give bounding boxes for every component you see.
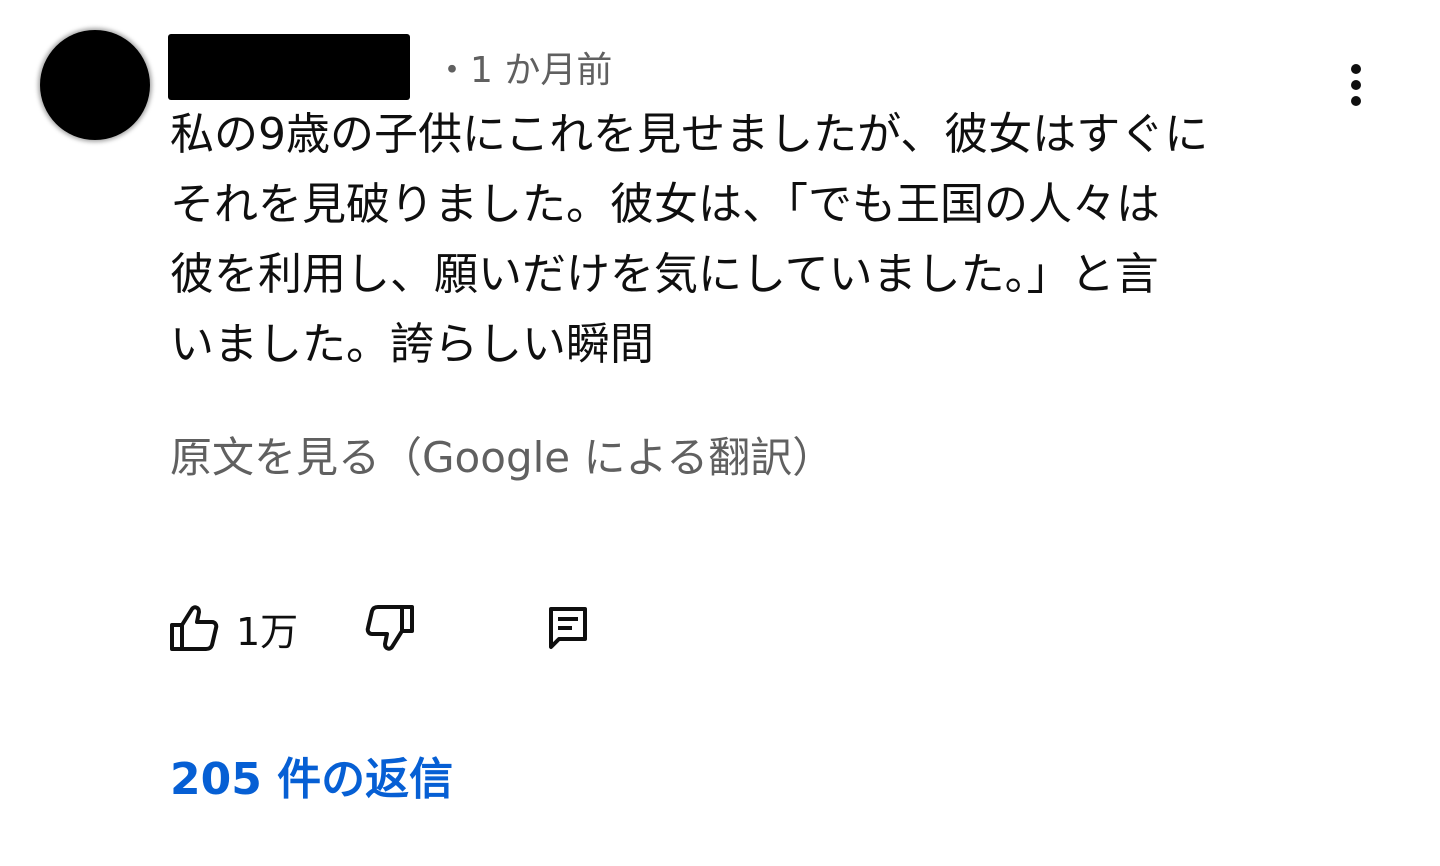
like-count: 1万	[236, 609, 299, 654]
author-name-redacted[interactable]	[168, 34, 410, 100]
comment-icon	[549, 607, 587, 649]
comment-text-line: それを見破りました。彼女は、「でも王国の人々は	[170, 179, 1160, 230]
comment-text: 私の9歳の子供にこれを見せましたが、彼女はすぐに それを見破りました。彼女は、「…	[170, 100, 1330, 380]
reply-button[interactable]	[546, 598, 590, 658]
view-replies-button[interactable]: 205 件の返信	[170, 748, 453, 812]
comment-actions: 1万	[168, 598, 608, 658]
avatar[interactable]	[40, 30, 150, 140]
comment-text-line: 彼を利用し、願いだけを気にしていました。」と言	[170, 249, 1159, 300]
thumb-down-icon	[365, 605, 414, 651]
like-button[interactable]: 1万	[168, 598, 298, 658]
comment-text-line: 私の9歳の子供にこれを見せましたが、彼女はすぐに	[170, 109, 1209, 160]
see-original-link[interactable]: 原文を見る（Google による翻訳）	[170, 428, 834, 488]
comment-timestamp: ・1 か月前	[434, 50, 613, 91]
comment-text-line: いました。誇らしい瞬間	[170, 319, 654, 370]
dislike-button[interactable]	[364, 598, 416, 658]
comment-header: ・1 か月前	[168, 34, 612, 100]
more-options-button[interactable]	[1328, 55, 1384, 115]
more-vert-icon	[1351, 64, 1361, 106]
thumb-up-icon	[170, 605, 219, 651]
